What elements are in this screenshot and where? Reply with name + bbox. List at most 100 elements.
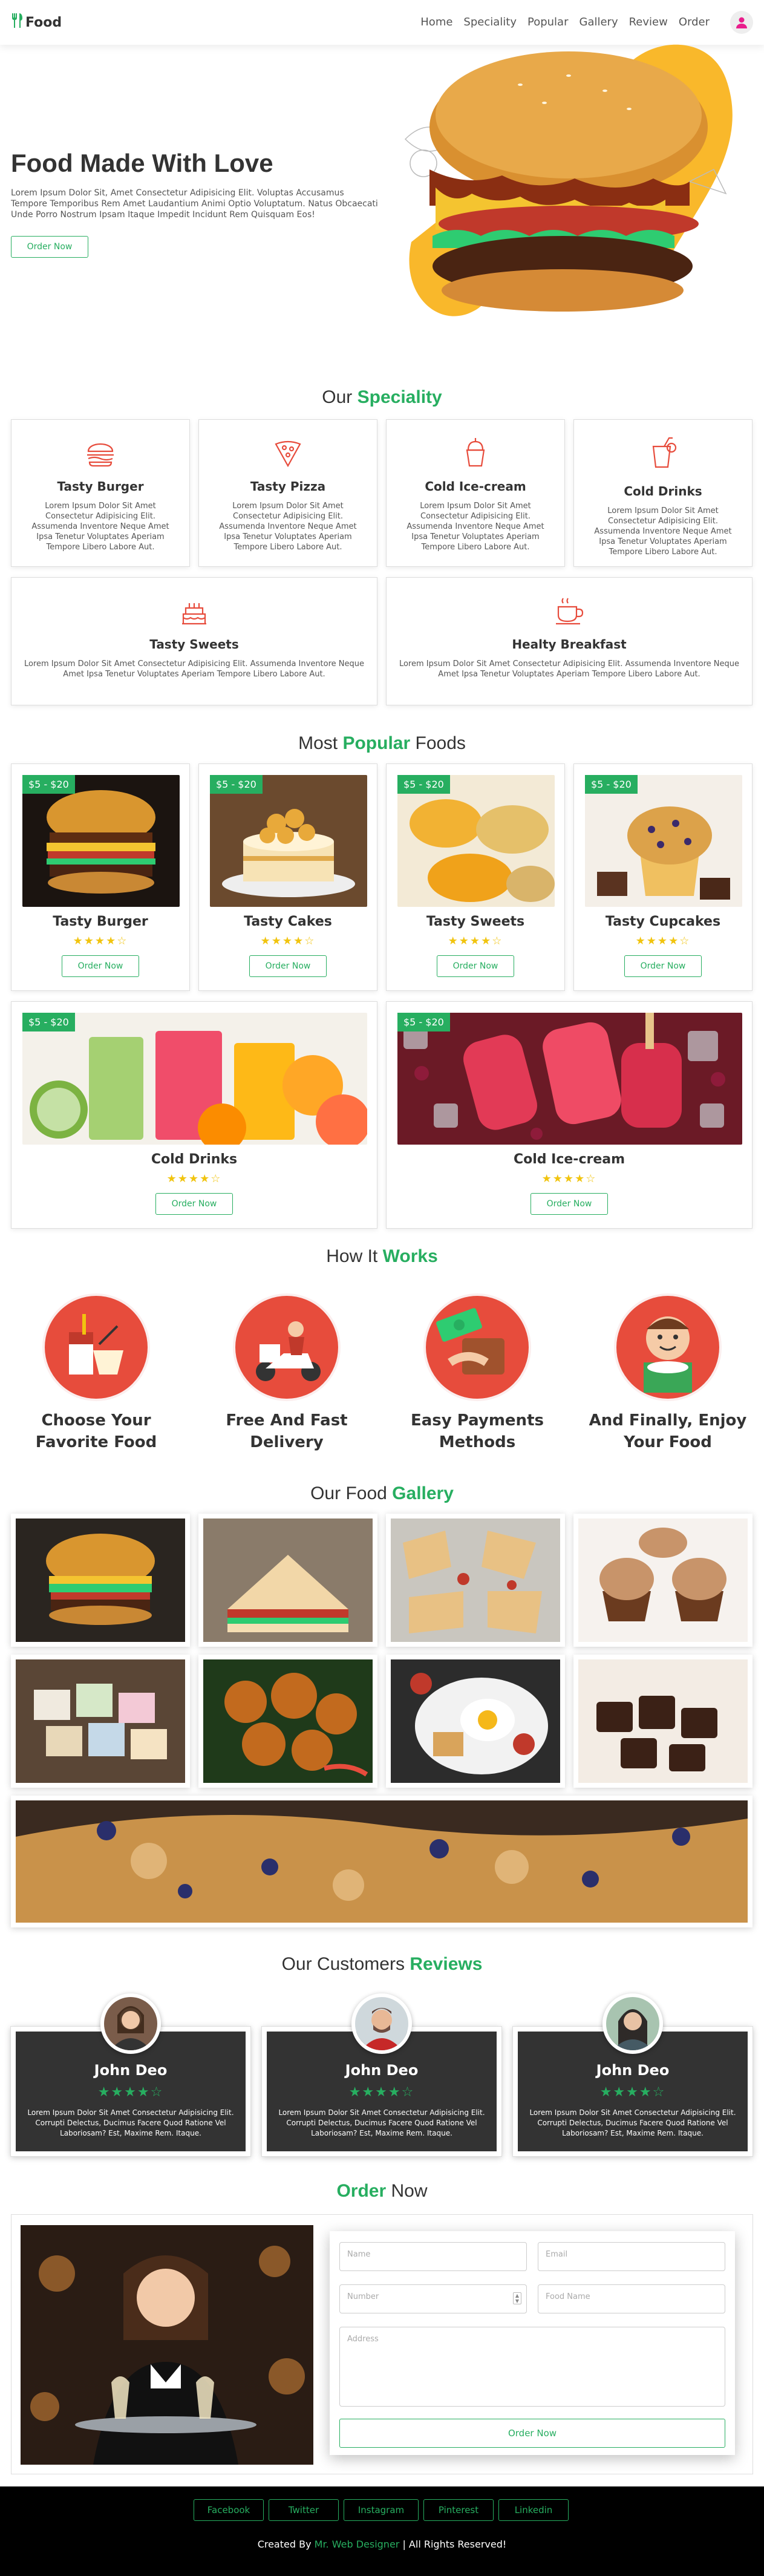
price-badge: $5 - $20 <box>585 775 638 794</box>
number-field[interactable]: Number ▲ ▼ <box>339 2284 527 2313</box>
popular-card: $5 - $20 Cold Drinks ★★★★☆ Order Now <box>11 1001 377 1229</box>
speciality-title: Tasty Burger <box>57 479 144 494</box>
hero-order-button[interactable]: Order Now <box>11 236 88 258</box>
cake-icon <box>182 603 206 625</box>
step-title: Free And Fast Delivery <box>226 1411 348 1451</box>
user-button[interactable] <box>730 11 753 34</box>
review-text: Lorem Ipsum Dolor Sit Amet Consectetur A… <box>529 2108 736 2137</box>
price-badge: $5 - $20 <box>397 775 450 794</box>
gallery-image-sandwich[interactable] <box>198 1514 377 1647</box>
waitress-image <box>21 2225 313 2465</box>
reviews-heading-a: Our Customers <box>281 1954 405 1974</box>
popular-card: $5 - $20 Tasty Sweets ★★★★☆ Order Now <box>386 763 565 991</box>
sweets-image <box>397 775 555 907</box>
speciality-text: Lorem Ipsum Dolor Sit Amet Consectetur A… <box>399 659 740 679</box>
steps-heading: How It Works <box>0 1246 764 1267</box>
review-name: John Deo <box>94 2062 168 2079</box>
popular-card: $5 - $20 Tasty Burger ★★★★☆ Order Now <box>11 763 190 991</box>
address-textarea[interactable]: Address <box>339 2327 725 2407</box>
gallery-image-burger[interactable] <box>11 1514 190 1647</box>
order-heading-b: Now <box>391 2181 428 2201</box>
email-field[interactable]: Email <box>538 2242 725 2271</box>
popular-heading-a: Most <box>298 733 338 753</box>
popular-heading-b: Popular <box>342 733 411 753</box>
gallery-image-breakfast[interactable] <box>386 1655 565 1788</box>
credit-author-link[interactable]: Mr. Web Designer <box>315 2538 400 2550</box>
price-badge: $5 - $20 <box>22 775 75 794</box>
nav-gallery[interactable]: Gallery <box>580 16 618 28</box>
popular-name: Cold Drinks <box>151 1152 238 1167</box>
rating-stars: ★★★★☆ <box>635 935 691 947</box>
step-card: Choose Your Favorite Food <box>5 1293 187 1453</box>
speciality-heading-a: Our <box>322 387 353 407</box>
coffee-icon <box>556 598 584 625</box>
order-button[interactable]: Order Now <box>624 955 702 977</box>
order-button[interactable]: Order Now <box>62 955 139 977</box>
hero-text: Lorem Ipsum Dolor Sit, Amet Consectetur … <box>11 188 378 220</box>
nav-review[interactable]: Review <box>629 16 668 28</box>
gallery-image-soaps[interactable] <box>11 1655 190 1788</box>
social-linkedin-button[interactable]: Linkedin <box>498 2499 569 2521</box>
social-instagram-button[interactable]: Instagram <box>344 2499 419 2521</box>
social-twitter-button[interactable]: Twitter <box>269 2499 339 2521</box>
speciality-heading-b: Speciality <box>357 387 442 407</box>
logo[interactable]: Food <box>11 13 62 31</box>
social-pinterest-button[interactable]: Pinterest <box>423 2499 494 2521</box>
avatar <box>100 1993 161 2054</box>
popular-name: Tasty Sweets <box>426 914 525 929</box>
speciality-card: Healty Breakfast Lorem Ipsum Dolor Sit A… <box>386 577 753 705</box>
speciality-title: Tasty Pizza <box>250 479 326 494</box>
gallery-heading-b: Gallery <box>392 1483 454 1503</box>
logo-text: Food <box>25 15 62 30</box>
step-card: Easy Payments Methods <box>387 1293 568 1453</box>
utensils-icon <box>11 13 23 31</box>
order-button[interactable]: Order Now <box>155 1193 233 1215</box>
speciality-heading: Our Speciality <box>0 387 764 408</box>
nav-home[interactable]: Home <box>420 16 452 28</box>
food-name-field[interactable]: Food Name <box>538 2284 725 2313</box>
cupcakes-image <box>585 775 742 907</box>
speciality-card: Cold Drinks Lorem Ipsum Dolor Sit Amet C… <box>573 419 753 567</box>
order-submit-button[interactable]: Order Now <box>339 2419 725 2448</box>
rating-stars: ★★★★☆ <box>541 1172 597 1185</box>
order-button[interactable]: Order Now <box>531 1193 608 1215</box>
food-order-illustration <box>42 1293 150 1401</box>
social-facebook-button[interactable]: Facebook <box>194 2499 264 2521</box>
speciality-text: Lorem Ipsum Dolor Sit Amet Consectetur A… <box>406 502 544 552</box>
speciality-title: Cold Drinks <box>624 484 702 499</box>
burger-icon <box>87 443 114 467</box>
cake-image <box>210 775 367 907</box>
nav-speciality[interactable]: Speciality <box>463 16 517 28</box>
popular-card: $5 - $20 Cold Ice-cream ★★★★☆ Order Now <box>386 1001 753 1229</box>
order-heading-a: Order <box>336 2181 387 2201</box>
speciality-card: Tasty Burger Lorem Ipsum Dolor Sit Amet … <box>11 419 190 567</box>
review-name: John Deo <box>596 2062 670 2079</box>
ice-cream-image <box>397 1013 742 1145</box>
nav-order[interactable]: Order <box>679 16 710 28</box>
review-stars: ★★★★☆ <box>599 2085 666 2100</box>
rating-stars: ★★★★☆ <box>73 935 128 947</box>
name-field[interactable]: Name <box>339 2242 527 2271</box>
review-name: John Deo <box>345 2062 419 2079</box>
rating-stars: ★★★★☆ <box>448 935 503 947</box>
review-stars: ★★★★☆ <box>97 2085 164 2100</box>
drinks-image <box>22 1013 367 1145</box>
credit-prefix: Created By <box>257 2538 312 2550</box>
number-stepper-icon[interactable]: ▲ ▼ <box>513 2292 521 2304</box>
hero-title: Food Made With Love <box>11 149 273 177</box>
user-icon <box>736 17 747 28</box>
gallery-image-wraps[interactable] <box>386 1514 565 1647</box>
order-button[interactable]: Order Now <box>249 955 327 977</box>
gallery-image-fried-chicken[interactable] <box>198 1655 377 1788</box>
gallery-image-cupcakes[interactable] <box>573 1514 753 1647</box>
popular-heading: Most Popular Foods <box>0 733 764 754</box>
gallery-image-chocolates[interactable] <box>573 1655 753 1788</box>
steps-heading-a: How It <box>326 1246 378 1266</box>
price-badge: $5 - $20 <box>22 1013 75 1031</box>
review-stars: ★★★★☆ <box>348 2085 415 2100</box>
order-button[interactable]: Order Now <box>437 955 514 977</box>
gallery-image-blueberry-bread[interactable] <box>11 1796 753 1927</box>
nav-popular[interactable]: Popular <box>527 16 569 28</box>
credit-suffix: | All Rights Reserved! <box>402 2538 507 2550</box>
speciality-card: Tasty Pizza Lorem Ipsum Dolor Sit Amet C… <box>198 419 377 567</box>
